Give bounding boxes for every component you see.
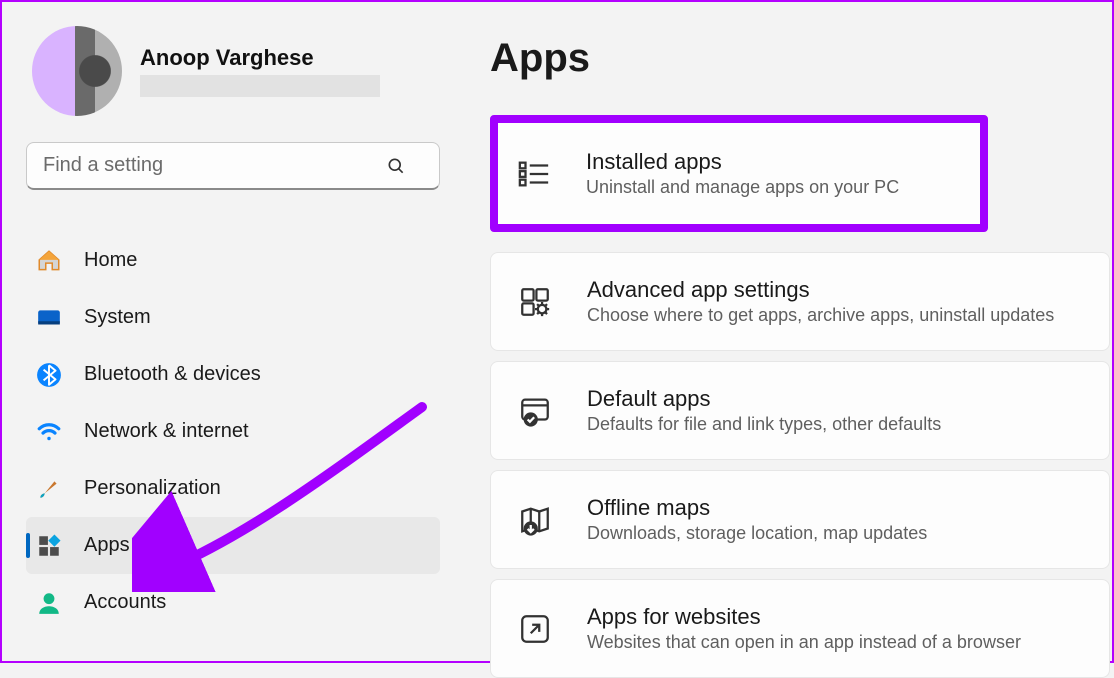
- search-input[interactable]: [26, 142, 440, 190]
- advanced-settings-icon: [517, 284, 553, 320]
- sidebar-item-bluetooth[interactable]: Bluetooth & devices: [26, 346, 440, 403]
- card-text: Offline maps Downloads, storage location…: [587, 495, 927, 544]
- card-sub: Websites that can open in an app instead…: [587, 632, 1021, 653]
- card-sub: Downloads, storage location, map updates: [587, 523, 927, 544]
- wifi-icon: [36, 419, 62, 445]
- annotation-highlight: Installed apps Uninstall and manage apps…: [490, 115, 988, 232]
- profile-block[interactable]: Anoop Varghese: [32, 26, 434, 116]
- system-icon: [36, 305, 62, 331]
- card-sub: Defaults for file and link types, other …: [587, 414, 941, 435]
- home-icon: [36, 248, 62, 274]
- sidebar-item-label: Accounts: [84, 591, 440, 614]
- card-sub: Uninstall and manage apps on your PC: [586, 177, 899, 198]
- profile-text: Anoop Varghese: [140, 45, 380, 97]
- apps-websites-icon: [517, 611, 553, 647]
- card-default-apps[interactable]: Default apps Defaults for file and link …: [490, 361, 1110, 460]
- installed-apps-icon: [516, 156, 552, 192]
- card-text: Installed apps Uninstall and manage apps…: [586, 149, 899, 198]
- sidebar-item-personalization[interactable]: Personalization: [26, 460, 440, 517]
- sidebar-item-label: Home: [84, 249, 440, 272]
- card-text: Advanced app settings Choose where to ge…: [587, 277, 1054, 326]
- card-apps-for-websites[interactable]: Apps for websites Websites that can open…: [490, 579, 1110, 678]
- card-title: Default apps: [587, 386, 941, 412]
- profile-email-redacted: [140, 75, 380, 97]
- settings-window: Anoop Varghese Home: [2, 2, 1112, 661]
- card-advanced-app-settings[interactable]: Advanced app settings Choose where to ge…: [490, 252, 1110, 351]
- sidebar-item-label: System: [84, 306, 440, 329]
- search-icon: [386, 156, 406, 176]
- person-icon: [36, 590, 62, 616]
- sidebar-item-label: Apps: [84, 534, 440, 557]
- apps-icon: [36, 533, 62, 559]
- brush-icon: [36, 476, 62, 502]
- main-content: Apps Installed apps Uninstall and manage…: [450, 2, 1112, 661]
- sidebar-item-accounts[interactable]: Accounts: [26, 574, 440, 631]
- card-title: Installed apps: [586, 149, 899, 175]
- page-title: Apps: [490, 36, 1112, 81]
- card-offline-maps[interactable]: Offline maps Downloads, storage location…: [490, 470, 1110, 569]
- sidebar-item-label: Bluetooth & devices: [84, 363, 440, 386]
- card-installed-apps[interactable]: Installed apps Uninstall and manage apps…: [498, 123, 980, 224]
- sidebar-item-label: Personalization: [84, 477, 440, 500]
- sidebar-item-network[interactable]: Network & internet: [26, 403, 440, 460]
- card-title: Offline maps: [587, 495, 927, 521]
- sidebar-item-home[interactable]: Home: [26, 232, 440, 289]
- search-wrap: [26, 142, 434, 190]
- default-apps-icon: [517, 393, 553, 429]
- card-text: Default apps Defaults for file and link …: [587, 386, 941, 435]
- sidebar-item-label: Network & internet: [84, 420, 440, 443]
- sidebar-nav: Home System Bluetooth & devices Network …: [26, 232, 440, 631]
- card-sub: Choose where to get apps, archive apps, …: [587, 305, 1054, 326]
- cards: Installed apps Uninstall and manage apps…: [490, 115, 1112, 678]
- avatar: [32, 26, 122, 116]
- sidebar: Anoop Varghese Home: [2, 2, 450, 661]
- card-title: Advanced app settings: [587, 277, 1054, 303]
- sidebar-item-apps[interactable]: Apps: [26, 517, 440, 574]
- map-icon: [517, 502, 553, 538]
- card-title: Apps for websites: [587, 604, 1021, 630]
- bluetooth-icon: [36, 362, 62, 388]
- sidebar-item-system[interactable]: System: [26, 289, 440, 346]
- profile-name: Anoop Varghese: [140, 45, 380, 71]
- card-text: Apps for websites Websites that can open…: [587, 604, 1021, 653]
